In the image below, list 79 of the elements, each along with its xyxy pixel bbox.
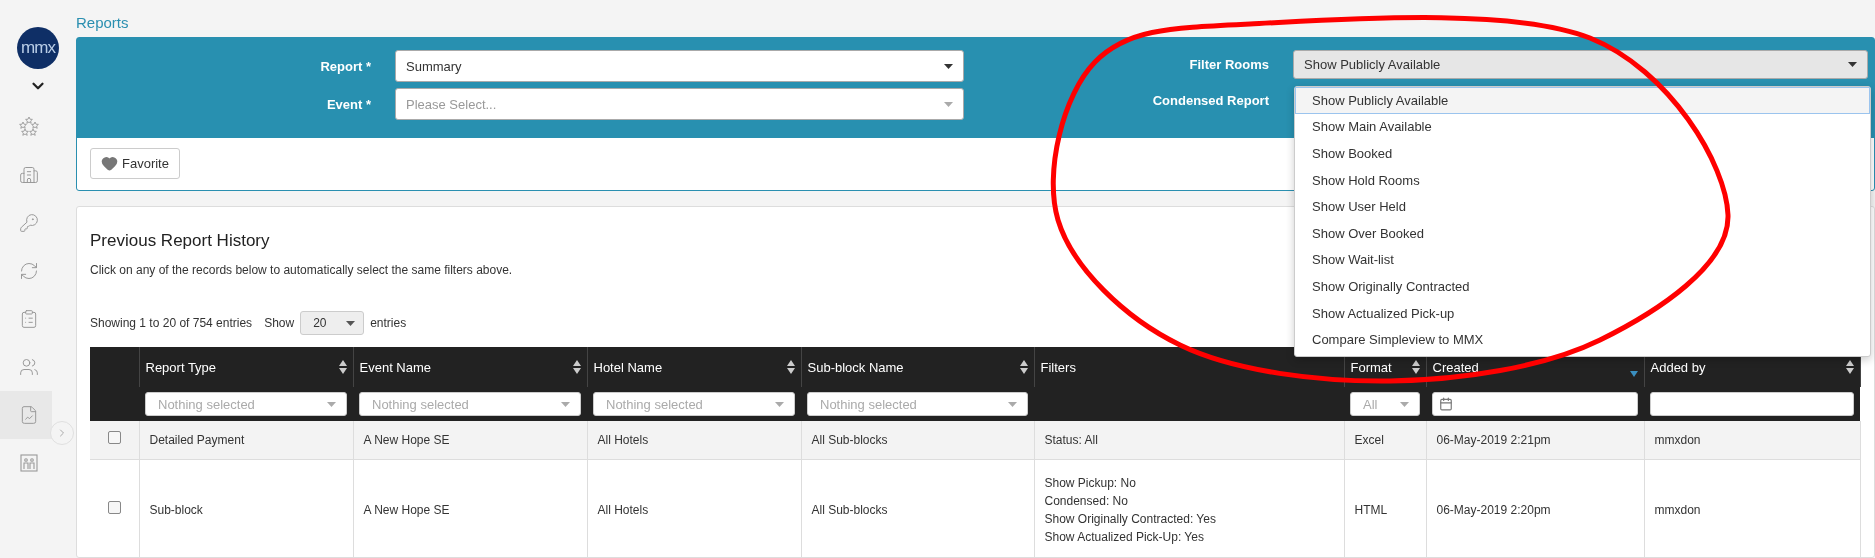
table-cell: A New Hope SE xyxy=(353,459,587,557)
sort-icon[interactable] xyxy=(1411,360,1420,374)
filter-rooms-select[interactable]: Show Publicly Available xyxy=(1293,50,1868,79)
dropdown-option[interactable]: Show Main Available xyxy=(1295,113,1870,141)
caret-icon xyxy=(327,401,336,407)
dropdown-option[interactable]: Show Booked xyxy=(1295,140,1870,167)
stars-icon xyxy=(18,117,40,137)
caret-icon xyxy=(944,63,953,69)
show-label: Show xyxy=(264,316,295,330)
sort-descending-icon[interactable] xyxy=(1629,371,1638,377)
field-label: Condensed Report xyxy=(1151,93,1270,108)
chart-document-icon xyxy=(19,405,39,425)
sort-icon[interactable] xyxy=(786,360,795,374)
field-label: Filter Rooms xyxy=(1188,57,1270,72)
caret-icon xyxy=(346,320,356,326)
section-description: Click on any of the records below to automatically select the same filters above. xyxy=(90,263,513,277)
entries-label: entries xyxy=(370,316,407,330)
favorite-button[interactable]: Favorite xyxy=(90,148,180,179)
table-cell: Sub-block xyxy=(139,459,353,557)
column-header[interactable]: Created xyxy=(1432,359,1479,375)
dropdown-option[interactable]: Show User Held xyxy=(1295,193,1870,220)
table-cell: All Sub-blocks xyxy=(801,459,1034,557)
table-cell: Status: All xyxy=(1034,421,1344,460)
dropdown-option[interactable]: Show Actualized Pick-up xyxy=(1295,299,1870,327)
dropdown-option[interactable]: Show Hold Rooms xyxy=(1295,166,1870,194)
table-cell: Excel xyxy=(1344,421,1426,460)
table-cell: Detailed Payment xyxy=(139,421,353,460)
column-header[interactable]: Sub-block Name xyxy=(807,359,904,375)
column-header[interactable]: Hotel Name xyxy=(593,359,663,375)
sidebar-item[interactable] xyxy=(0,391,52,439)
table-cell: All Hotels xyxy=(587,421,801,460)
caret-icon xyxy=(1400,401,1409,407)
sort-icon[interactable] xyxy=(1845,360,1854,374)
sort-icon[interactable] xyxy=(572,360,581,374)
table-cell: 06-May-2019 2:20pm xyxy=(1426,459,1644,557)
caret-icon xyxy=(1848,62,1857,67)
section-title: Previous Report History xyxy=(90,231,270,251)
refresh-icon xyxy=(19,261,39,281)
column-header[interactable]: Filters xyxy=(1040,359,1076,375)
caret-icon xyxy=(561,401,570,407)
field-label: Report * xyxy=(319,58,372,74)
mmx-logo[interactable]: mmx xyxy=(17,27,59,69)
table-cell: Show Pickup: No Condensed: No Show Originally Contracted: Yes Show Actualized Pick-Up: Yes xyxy=(1034,459,1344,557)
table-cell: All Hotels xyxy=(587,459,801,557)
table-cell: mmxdon xyxy=(1644,459,1860,557)
sort-icon[interactable] xyxy=(1019,360,1028,374)
dropdown-option[interactable]: Show Over Booked xyxy=(1295,219,1870,247)
row-checkbox[interactable] xyxy=(107,501,121,514)
page-size-select[interactable]: 20 xyxy=(300,311,365,335)
checklist-icon xyxy=(19,309,39,329)
column-header[interactable]: Report Type xyxy=(145,359,217,375)
table-cell: 06-May-2019 2:21pm xyxy=(1426,421,1644,460)
table-cell: A New Hope SE xyxy=(353,421,587,460)
field-label: Event * xyxy=(325,96,372,112)
dropdown-option[interactable]: Show Originally Contracted xyxy=(1295,273,1870,300)
dropdown-option[interactable]: Show Publicly Available xyxy=(1295,87,1870,114)
entries-summary: Showing 1 to 20 of 754 entries xyxy=(90,316,253,330)
caret-icon xyxy=(1008,401,1017,407)
column-header[interactable]: Added by xyxy=(1650,359,1706,375)
dropdown-option[interactable]: Show Wait-list xyxy=(1295,246,1870,274)
text-filter-field[interactable] xyxy=(1650,392,1854,416)
date-filter-field[interactable] xyxy=(1432,392,1638,416)
column-header[interactable]: Event Name xyxy=(359,359,432,375)
caret-icon xyxy=(944,101,953,107)
users-icon xyxy=(19,357,39,377)
building-icon xyxy=(19,165,39,185)
table-cell: HTML xyxy=(1344,459,1426,557)
heart-icon xyxy=(101,155,118,172)
caret-icon xyxy=(775,401,784,407)
row-checkbox[interactable] xyxy=(107,431,121,444)
dropdown-option[interactable]: Compare Simpleview to MMX xyxy=(1295,326,1870,353)
table-cell: All Sub-blocks xyxy=(801,421,1034,460)
key-icon xyxy=(19,213,39,233)
table-cell: mmxdon xyxy=(1644,421,1860,460)
elevator-icon xyxy=(19,453,39,473)
calendar-icon xyxy=(1439,397,1453,411)
expand-sidebar-button[interactable] xyxy=(50,421,74,445)
sort-icon[interactable] xyxy=(338,360,347,374)
report-select[interactable]: Summary xyxy=(395,50,964,82)
